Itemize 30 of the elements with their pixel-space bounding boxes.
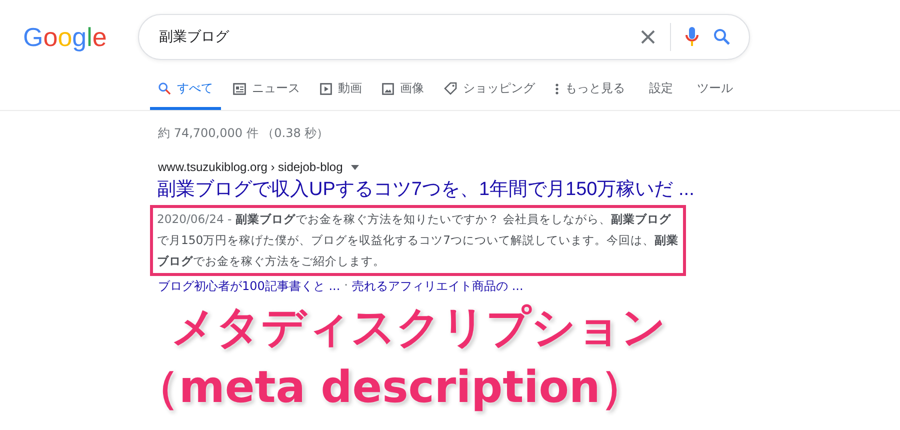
result-title-link[interactable]: 副業ブログで収入UPするコツ7つを、1年間で月150万稼いだ ... [157, 176, 900, 202]
tab[interactable]: 動画 [312, 74, 370, 110]
separator-dot: · [344, 278, 348, 294]
play-icon [320, 82, 332, 94]
search-icon [158, 82, 171, 95]
tag-icon [444, 82, 457, 95]
search-input[interactable]: 副業ブログ [156, 28, 626, 46]
tab[interactable]: すべて [150, 74, 221, 110]
tools-link[interactable]: ツール [685, 74, 741, 110]
tools-link[interactable]: 設定 [637, 74, 681, 110]
dropdown-icon[interactable] [350, 164, 359, 170]
sitelink[interactable]: 売れるアフィリエイト商品の ... [352, 278, 524, 295]
annotation-text: メタディスクリプション [171, 301, 666, 355]
search-icon[interactable] [712, 28, 731, 46]
google-logo[interactable]: Google [22, 19, 108, 55]
close-icon[interactable] [640, 29, 656, 45]
more-icon [555, 82, 559, 94]
result-url: www.tsuzukiblog.org › sidejob-blog [158, 160, 343, 174]
tab[interactable]: ショッピング [436, 74, 543, 110]
annotation-text: （meta description） [135, 361, 644, 415]
newspaper-icon [233, 82, 246, 94]
tab[interactable]: ニュース [225, 74, 308, 110]
tab[interactable]: もっと見る [547, 74, 633, 110]
search-bar[interactable]: 副業ブログ [138, 14, 750, 60]
meta-description: 2020/06/24 - 副業ブログでお金を稼ぐ方法を知りたいですか？ 会社員をしながら、副業ブログで月150万円を稼げた僕が、ブログを収益化するコツ7つについて解説しています。今回は、副業ブログでお金を稼ぐ方法をご紹介します。 [157, 211, 679, 270]
microphone-icon[interactable] [684, 26, 699, 48]
tab[interactable]: 画像 [374, 74, 432, 110]
sitelink[interactable]: ブログ初心者が100記事書くと ... [158, 278, 340, 295]
image-icon [382, 82, 394, 94]
result-stats: 約 74,700,000 件 （0.38 秒） [158, 125, 330, 142]
